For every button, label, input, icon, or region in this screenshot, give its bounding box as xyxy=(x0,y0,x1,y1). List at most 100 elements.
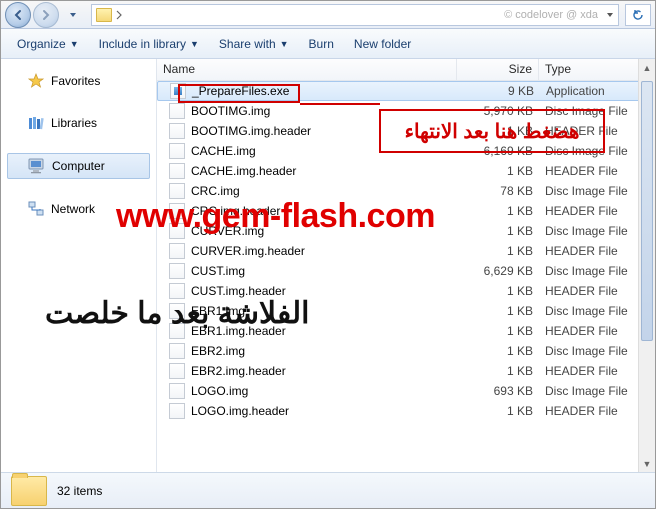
organize-label: Organize xyxy=(17,37,66,51)
file-icon xyxy=(169,343,185,359)
sidebar-item-computer[interactable]: Computer xyxy=(7,153,150,179)
annotation-url-text: www.gem-flash.com xyxy=(116,197,435,236)
folder-icon xyxy=(96,8,112,22)
file-size-cell: 1 KB xyxy=(457,164,539,178)
file-size-cell: 1 KB xyxy=(457,304,539,318)
file-name-text: CACHE.img.header xyxy=(191,164,296,178)
star-icon xyxy=(27,73,45,89)
libraries-icon xyxy=(27,115,45,131)
network-icon xyxy=(27,201,45,217)
file-name-cell: EBR2.img xyxy=(157,343,457,359)
file-name-text: CURVER.img.header xyxy=(191,244,305,258)
file-name-text: EBR2.img xyxy=(191,344,245,358)
file-size-cell: 693 KB xyxy=(457,384,539,398)
file-icon xyxy=(169,143,185,159)
sidebar-item-libraries[interactable]: Libraries xyxy=(7,111,150,135)
back-button[interactable] xyxy=(5,2,31,28)
include-in-library-button[interactable]: Include in library ▼ xyxy=(91,33,207,55)
file-size-cell: 9 KB xyxy=(458,84,540,98)
file-name-text: LOGO.img.header xyxy=(191,404,289,418)
vertical-scrollbar[interactable]: ▲ ▼ xyxy=(638,59,655,472)
breadcrumb[interactable]: © codelover @ xda xyxy=(91,4,619,26)
newfolder-label: New folder xyxy=(354,37,411,51)
file-row[interactable]: EBR2.img.header1 KBHEADER File xyxy=(157,361,655,381)
file-name-cell: LOGO.img.header xyxy=(157,403,457,419)
share-label: Share with xyxy=(219,37,276,51)
history-dropdown-button[interactable] xyxy=(61,4,85,26)
annotation-highlight-preparefiles xyxy=(178,84,300,103)
annotation-red-arabic-text: هضغط هنا بعد الانتهاء xyxy=(405,119,580,144)
refresh-button[interactable] xyxy=(625,4,651,26)
file-size-cell: 1 KB xyxy=(457,404,539,418)
file-name-text: LOGO.img xyxy=(191,384,248,398)
col-name[interactable]: Name xyxy=(157,59,457,80)
details-pane: 32 items xyxy=(1,472,655,508)
file-name-text: EBR2.img.header xyxy=(191,364,286,378)
include-label: Include in library xyxy=(99,37,186,51)
computer-icon xyxy=(28,158,46,174)
watermark-text: © codelover @ xda xyxy=(504,9,598,21)
file-name-text: BOOTIMG.img xyxy=(191,104,270,118)
file-icon xyxy=(169,123,185,139)
network-label: Network xyxy=(51,202,95,216)
file-row[interactable]: CACHE.img.header1 KBHEADER File xyxy=(157,161,655,181)
forward-button[interactable] xyxy=(33,2,59,28)
annotation-black-arabic-text: الفلاشة بعد ما خلصت xyxy=(45,296,310,331)
file-name-text: CRC.img xyxy=(191,184,240,198)
file-size-cell: 1 KB xyxy=(457,344,539,358)
favorites-label: Favorites xyxy=(51,74,100,88)
file-type-cell: Application xyxy=(540,84,654,98)
file-row[interactable]: EBR2.img1 KBDisc Image File xyxy=(157,341,655,361)
file-icon xyxy=(169,383,185,399)
file-size-cell: 1 KB xyxy=(457,244,539,258)
burn-button[interactable]: Burn xyxy=(301,33,342,55)
new-folder-button[interactable]: New folder xyxy=(346,33,419,55)
annotation-red-box: هضغط هنا بعد الانتهاء xyxy=(379,109,605,153)
chevron-down-icon: ▼ xyxy=(70,39,79,49)
organize-button[interactable]: Organize ▼ xyxy=(9,33,87,55)
file-size-cell: 1 KB xyxy=(457,324,539,338)
burn-label: Burn xyxy=(309,37,334,51)
file-icon xyxy=(169,243,185,259)
file-size-cell: 1 KB xyxy=(457,204,539,218)
scroll-down-button[interactable]: ▼ xyxy=(639,455,655,472)
file-icon xyxy=(169,163,185,179)
file-row[interactable]: LOGO.img.header1 KBHEADER File xyxy=(157,401,655,421)
folder-icon xyxy=(11,476,47,506)
scroll-up-button[interactable]: ▲ xyxy=(639,59,655,76)
command-bar: Organize ▼ Include in library ▼ Share with… xyxy=(1,29,655,59)
file-icon xyxy=(169,103,185,119)
address-bar-row: © codelover @ xda xyxy=(1,1,655,29)
file-row[interactable]: LOGO.img693 KBDisc Image File xyxy=(157,381,655,401)
file-size-cell: 1 KB xyxy=(457,364,539,378)
file-name-cell: CUST.img xyxy=(157,263,457,279)
file-row[interactable]: CUST.img6,629 KBDisc Image File xyxy=(157,261,655,281)
file-size-cell: 1 KB xyxy=(457,284,539,298)
annotation-connector-line xyxy=(300,103,380,105)
file-row[interactable]: CURVER.img.header1 KBHEADER File xyxy=(157,241,655,261)
chevron-down-icon: ▼ xyxy=(190,39,199,49)
file-size-cell: 6,629 KB xyxy=(457,264,539,278)
file-icon xyxy=(169,363,185,379)
file-icon xyxy=(169,263,185,279)
file-name-cell: CACHE.img.header xyxy=(157,163,457,179)
file-size-cell: 78 KB xyxy=(457,184,539,198)
scroll-thumb[interactable] xyxy=(641,81,653,341)
chevron-down-icon: ▼ xyxy=(280,39,289,49)
item-count-label: 32 items xyxy=(57,484,102,498)
col-size[interactable]: Size xyxy=(457,59,539,80)
file-name-cell: LOGO.img xyxy=(157,383,457,399)
chevron-right-icon xyxy=(116,10,122,20)
nav-pane: Favorites Libraries Computer Network xyxy=(1,59,157,472)
chevron-down-icon[interactable] xyxy=(606,11,614,19)
file-name-cell: CURVER.img.header xyxy=(157,243,457,259)
column-headers: Name Size Type xyxy=(157,59,655,81)
sidebar-item-favorites[interactable]: Favorites xyxy=(7,69,150,93)
share-with-button[interactable]: Share with ▼ xyxy=(211,33,297,55)
file-icon xyxy=(169,403,185,419)
file-size-cell: 1 KB xyxy=(457,224,539,238)
file-name-text: CACHE.img xyxy=(191,144,256,158)
file-name-text: CUST.img xyxy=(191,264,245,278)
file-name-cell: EBR2.img.header xyxy=(157,363,457,379)
file-name-text: BOOTIMG.img.header xyxy=(191,124,311,138)
